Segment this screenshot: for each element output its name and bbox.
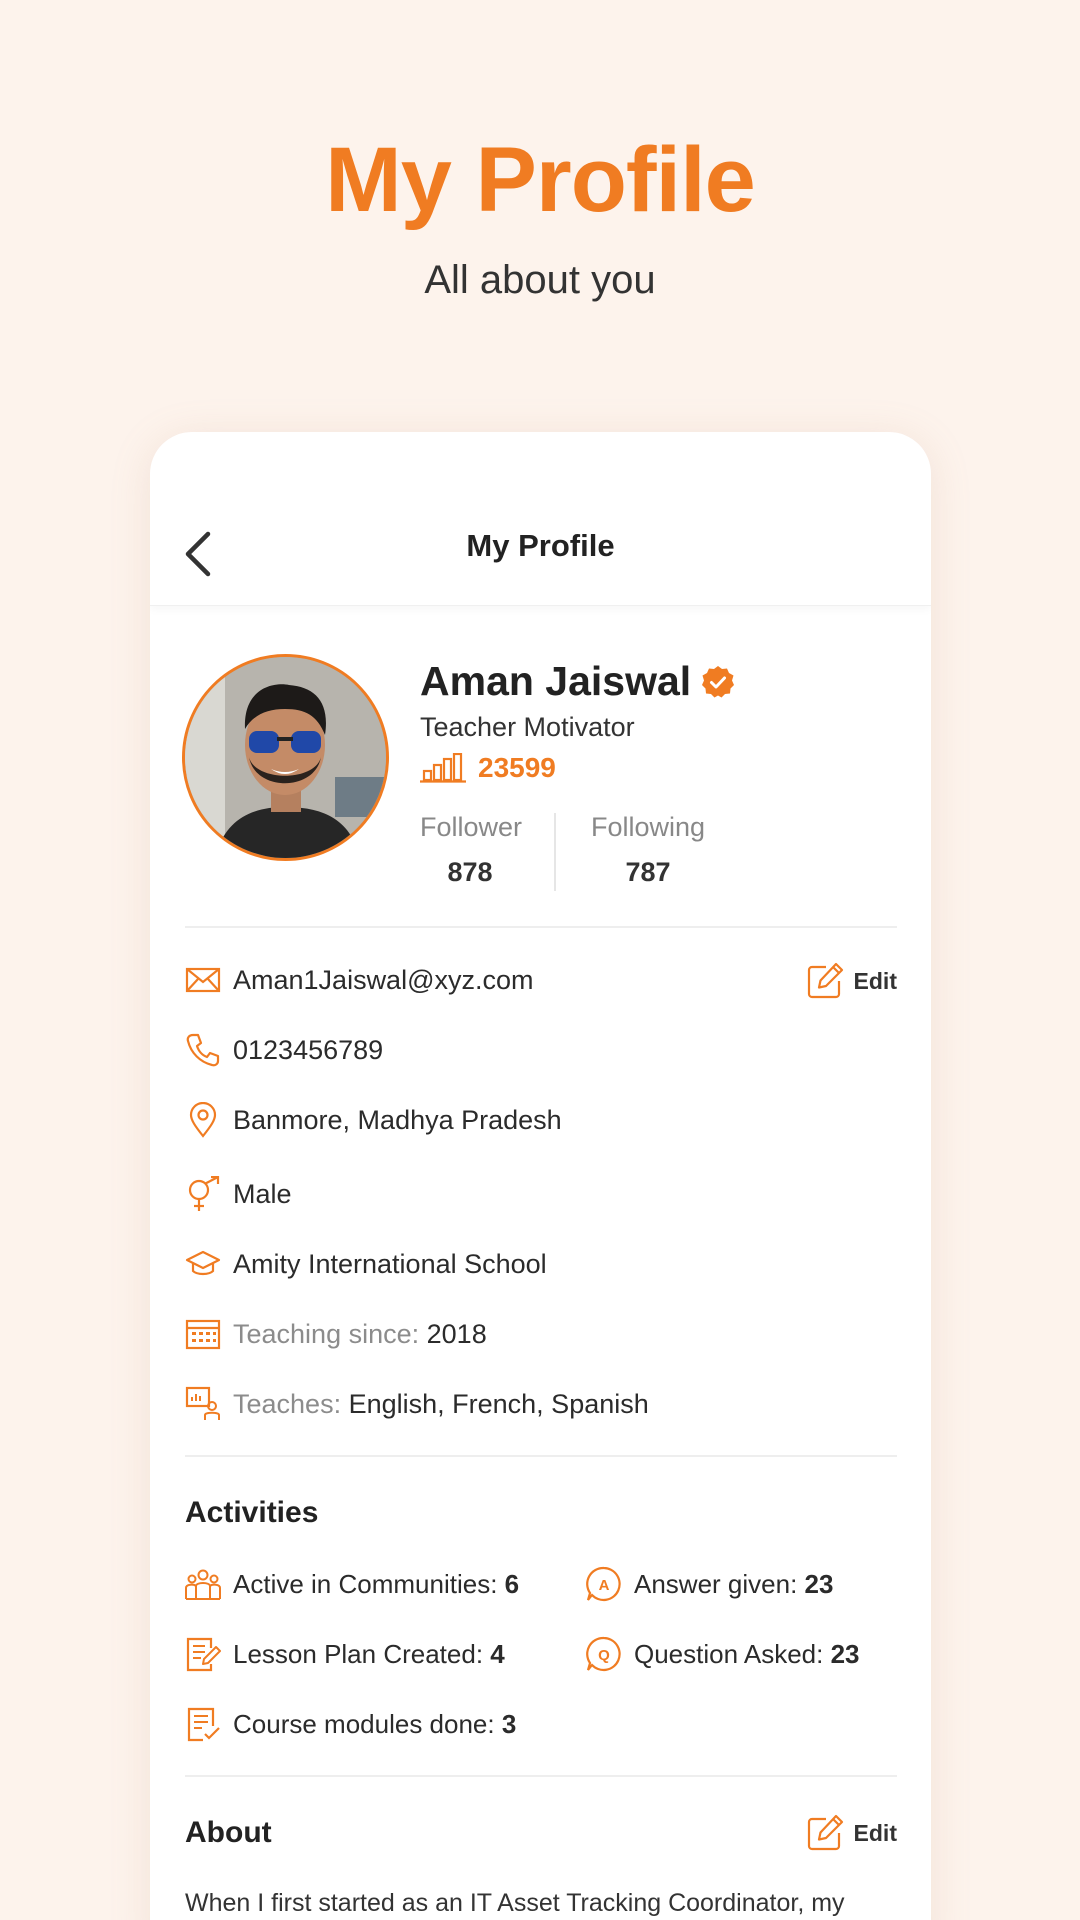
- points-row: 23599: [420, 752, 556, 784]
- points-value: 23599: [478, 752, 556, 783]
- mail-icon: [185, 967, 221, 993]
- divider: [185, 1455, 897, 1457]
- avatar-photo: [185, 657, 386, 858]
- phone-row: 0123456789: [185, 1032, 383, 1068]
- about-text: When I first started as an IT Asset Trac…: [185, 1889, 845, 1917]
- bar-chart-icon: [420, 753, 466, 783]
- profile-name: Aman Jaiswal: [420, 658, 735, 705]
- teaching-since-text: Teaching since: 2018: [233, 1319, 487, 1350]
- activities-title: Activities: [185, 1496, 319, 1529]
- follower-count: 878: [447, 857, 493, 887]
- gender-text: Male: [233, 1178, 292, 1209]
- divider: [185, 926, 897, 928]
- activity-communities-label: Active in Communities:: [233, 1568, 498, 1599]
- edit-icon: [807, 962, 843, 999]
- follower-label: Follower: [420, 812, 523, 842]
- activity-answers-value: 23: [804, 1568, 834, 1599]
- activity-course-modules-value: 3: [501, 1708, 517, 1739]
- hero-subtitle: All about you: [424, 258, 656, 302]
- app-bar: My Profile: [150, 432, 931, 606]
- activity-communities: Active in Communities: 6: [185, 1566, 519, 1602]
- activity-lesson-plans-value: 4: [490, 1638, 505, 1669]
- edit-label: Edit: [853, 1819, 897, 1846]
- activity-questions-value: 23: [830, 1638, 860, 1669]
- following-label: Following: [590, 812, 706, 842]
- activity-answers-text: Answer given: 23: [634, 1569, 833, 1600]
- activity-course-modules-text: Course modules done: 3: [233, 1709, 516, 1740]
- email-row: Aman1Jaiswal@xyz.com: [185, 962, 534, 998]
- location-pin-icon: [189, 1102, 217, 1138]
- activity-lesson-plans-label: Lesson Plan Created:: [233, 1638, 484, 1669]
- phone-screen: My Profile Aman Jaiswal Teacher Motivato…: [150, 432, 931, 1920]
- activity-answers: A Answer given: 23: [586, 1566, 833, 1602]
- about-title: About: [185, 1816, 272, 1849]
- activity-course-modules: Course modules done: 3: [185, 1706, 516, 1742]
- profile-name-text: Aman Jaiswal: [420, 658, 692, 704]
- hero-title: My Profile: [325, 129, 756, 231]
- divider: [185, 1775, 897, 1777]
- gender-row: Male: [185, 1176, 292, 1212]
- activity-course-modules-label: Course modules done:: [233, 1708, 495, 1739]
- school-text: Amity International School: [233, 1248, 547, 1279]
- community-icon: [185, 1569, 221, 1600]
- question-icon: Q: [586, 1636, 621, 1672]
- profile-role: Teacher Motivator: [420, 712, 635, 742]
- phone-icon: [186, 1033, 220, 1067]
- teaching-board-icon: [185, 1386, 220, 1420]
- teaches-row: Teaches: English, French, Spanish: [185, 1386, 649, 1422]
- teaches-text: Teaches: English, French, Spanish: [233, 1389, 649, 1420]
- gender-icon: [188, 1176, 220, 1211]
- edit-contact-button[interactable]: Edit: [806, 962, 897, 1000]
- activity-lesson-plans-text: Lesson Plan Created: 4: [233, 1639, 505, 1670]
- activity-lesson-plans: Lesson Plan Created: 4: [185, 1636, 505, 1672]
- teaching-since-row: Teaching since: 2018: [185, 1316, 487, 1352]
- activity-questions: Q Question Asked: 23: [586, 1636, 860, 1672]
- activity-communities-text: Active in Communities: 6: [233, 1569, 519, 1600]
- edit-label: Edit: [853, 967, 897, 994]
- graduation-cap-icon: [185, 1250, 221, 1276]
- course-icon: [187, 1707, 220, 1742]
- teaching-since-label: Teaching since:: [233, 1318, 420, 1349]
- activity-questions-label: Question Asked:: [634, 1638, 824, 1669]
- location-text: Banmore, Madhya Pradesh: [233, 1104, 562, 1135]
- teaches-value: English, French, Spanish: [348, 1388, 649, 1419]
- activity-questions-text: Question Asked: 23: [634, 1639, 860, 1670]
- avatar[interactable]: [182, 654, 389, 861]
- verified-badge-icon: [702, 665, 735, 697]
- stat-divider: [554, 813, 556, 891]
- answer-icon: A: [586, 1566, 621, 1602]
- teaches-label: Teaches:: [233, 1388, 342, 1419]
- teaching-since-value: 2018: [426, 1318, 487, 1349]
- follower-stat[interactable]: Follower 878: [420, 812, 523, 888]
- edit-about-button[interactable]: Edit: [806, 1814, 897, 1852]
- location-row: Banmore, Madhya Pradesh: [185, 1102, 562, 1138]
- activity-communities-value: 6: [504, 1568, 520, 1599]
- svg-text:A: A: [599, 1577, 610, 1594]
- email-text: Aman1Jaiswal@xyz.com: [233, 964, 534, 995]
- edit-icon: [807, 1814, 843, 1851]
- school-row: Amity International School: [185, 1246, 547, 1282]
- following-count: 787: [625, 857, 671, 887]
- phone-text: 0123456789: [233, 1034, 384, 1065]
- svg-text:Q: Q: [598, 1647, 610, 1664]
- following-stat[interactable]: Following 787: [590, 812, 706, 888]
- calendar-icon: [185, 1319, 221, 1350]
- lesson-plan-icon: [186, 1637, 221, 1672]
- activity-answers-label: Answer given:: [634, 1568, 798, 1599]
- page-title: My Profile: [466, 528, 615, 563]
